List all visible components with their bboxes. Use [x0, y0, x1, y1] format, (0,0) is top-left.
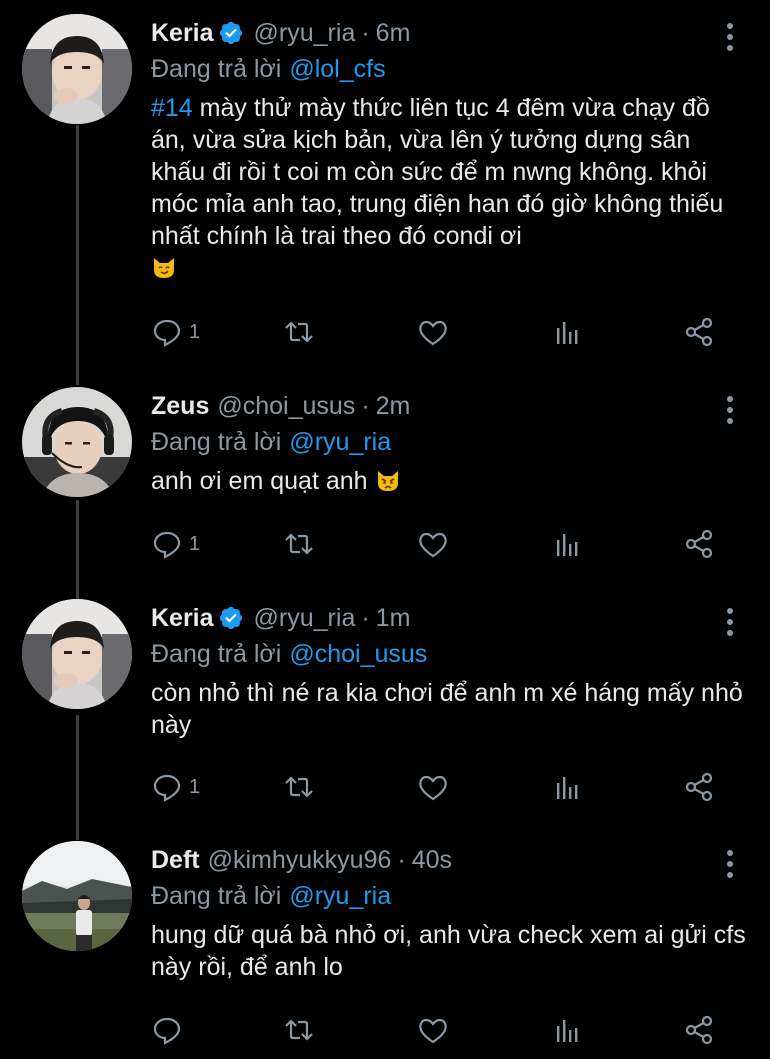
avatar-deft-image — [22, 841, 132, 951]
replying-label: Đang trả lời — [151, 427, 282, 456]
tweet-text-body: mày thử mày thức liên tục 4 đêm vừa chạy… — [151, 94, 724, 250]
replying-to-link[interactable]: @ryu_ria — [289, 428, 391, 457]
share-icon — [683, 316, 715, 348]
analytics-icon — [551, 528, 583, 560]
retweet-icon — [283, 528, 315, 560]
tweet-text-body: anh ơi em quạt anh — [151, 467, 368, 495]
replying-label: Đang trả lời — [151, 54, 282, 83]
avatar[interactable] — [22, 841, 132, 951]
verified-badge-icon — [218, 605, 244, 631]
heart-icon — [417, 528, 449, 560]
reply-button[interactable] — [151, 1010, 189, 1050]
tweet-actions: 1 — [151, 524, 721, 564]
retweet-button[interactable] — [283, 524, 315, 564]
author-handle[interactable]: @kimhyukkyu96 — [208, 846, 392, 875]
author-handle[interactable]: @ryu_ria — [254, 604, 356, 633]
tweet-text: #14 mày thử mày thức liên tục 4 đêm vừa … — [151, 92, 751, 284]
author-handle[interactable]: @choi_usus — [217, 392, 355, 421]
tweet-actions: 1 — [151, 312, 721, 352]
separator: · — [397, 845, 406, 874]
analytics-button[interactable] — [551, 767, 583, 807]
avatar[interactable] — [22, 14, 132, 124]
like-button[interactable] — [417, 524, 449, 564]
thread-connector — [76, 715, 79, 840]
analytics-button[interactable] — [551, 312, 583, 352]
avatar[interactable] — [22, 387, 132, 497]
author-name[interactable]: Zeus — [151, 392, 209, 421]
retweet-icon — [283, 316, 315, 348]
timestamp[interactable]: 1m — [376, 604, 411, 633]
reply-icon — [151, 316, 183, 348]
heart-icon — [417, 1014, 449, 1046]
share-button[interactable] — [683, 1010, 715, 1050]
like-button[interactable] — [417, 1010, 449, 1050]
tweet-text: anh ơi em quạt anh — [151, 465, 751, 497]
separator: · — [361, 18, 370, 47]
avatar-keria-image — [22, 599, 132, 709]
timestamp[interactable]: 40s — [412, 846, 452, 875]
retweet-button[interactable] — [283, 312, 315, 352]
heart-icon — [417, 771, 449, 803]
share-button[interactable] — [683, 767, 715, 807]
tweet-actions: 1 — [151, 767, 721, 807]
share-icon — [683, 1014, 715, 1046]
more-options-icon[interactable] — [720, 605, 740, 639]
share-button[interactable] — [683, 312, 715, 352]
avatar[interactable] — [22, 599, 132, 709]
author-name[interactable]: Keria — [151, 604, 214, 633]
reply-icon — [151, 528, 183, 560]
replying-to-link[interactable]: @ryu_ria — [289, 882, 391, 911]
timestamp[interactable]: 2m — [376, 392, 411, 421]
reply-count: 1 — [189, 532, 201, 555]
analytics-icon — [551, 1014, 583, 1046]
thread-connector — [76, 125, 79, 385]
replying-to-link[interactable]: @lol_cfs — [289, 55, 385, 84]
verified-badge-icon — [218, 20, 244, 46]
share-icon — [683, 528, 715, 560]
author-name[interactable]: Keria — [151, 19, 214, 48]
retweet-button[interactable] — [283, 767, 315, 807]
heart-icon — [417, 316, 449, 348]
timestamp[interactable]: 6m — [376, 19, 411, 48]
reply-count: 1 — [189, 775, 201, 798]
retweet-icon — [283, 1014, 315, 1046]
analytics-button[interactable] — [551, 524, 583, 564]
analytics-button[interactable] — [551, 1010, 583, 1050]
retweet-button[interactable] — [283, 1010, 315, 1050]
reply-button[interactable]: 1 — [151, 767, 200, 807]
more-options-icon[interactable] — [720, 20, 740, 54]
like-button[interactable] — [417, 312, 449, 352]
like-button[interactable] — [417, 767, 449, 807]
replying-label: Đang trả lời — [151, 639, 282, 668]
reply-button[interactable]: 1 — [151, 312, 200, 352]
more-options-icon[interactable] — [720, 393, 740, 427]
replying-to-link[interactable]: @choi_usus — [289, 640, 427, 669]
author-name[interactable]: Deft — [151, 846, 200, 875]
avatar-keria-image — [22, 14, 132, 124]
tweet-text: hung dữ quá bà nhỏ ơi, anh vừa check xem… — [151, 921, 746, 981]
avatar-zeus-image — [22, 387, 132, 497]
separator: · — [361, 391, 370, 420]
thread-connector — [76, 500, 79, 600]
replying-label: Đang trả lời — [151, 881, 282, 910]
retweet-icon — [283, 771, 315, 803]
share-button[interactable] — [683, 524, 715, 564]
analytics-icon — [551, 771, 583, 803]
cat-smirk-emoji — [151, 254, 177, 280]
more-options-icon[interactable] — [720, 847, 740, 881]
reply-icon — [151, 1014, 183, 1046]
share-icon — [683, 771, 715, 803]
hashtag-link[interactable]: #14 — [151, 94, 193, 122]
cat-angry-emoji — [375, 467, 401, 493]
analytics-icon — [551, 316, 583, 348]
tweet-text: còn nhỏ thì né ra kia chơi để anh m xé h… — [151, 679, 743, 739]
reply-count: 1 — [189, 320, 201, 343]
author-handle[interactable]: @ryu_ria — [254, 19, 356, 48]
reply-icon — [151, 771, 183, 803]
reply-button[interactable]: 1 — [151, 524, 200, 564]
tweet-actions — [151, 1010, 721, 1050]
separator: · — [361, 603, 370, 632]
